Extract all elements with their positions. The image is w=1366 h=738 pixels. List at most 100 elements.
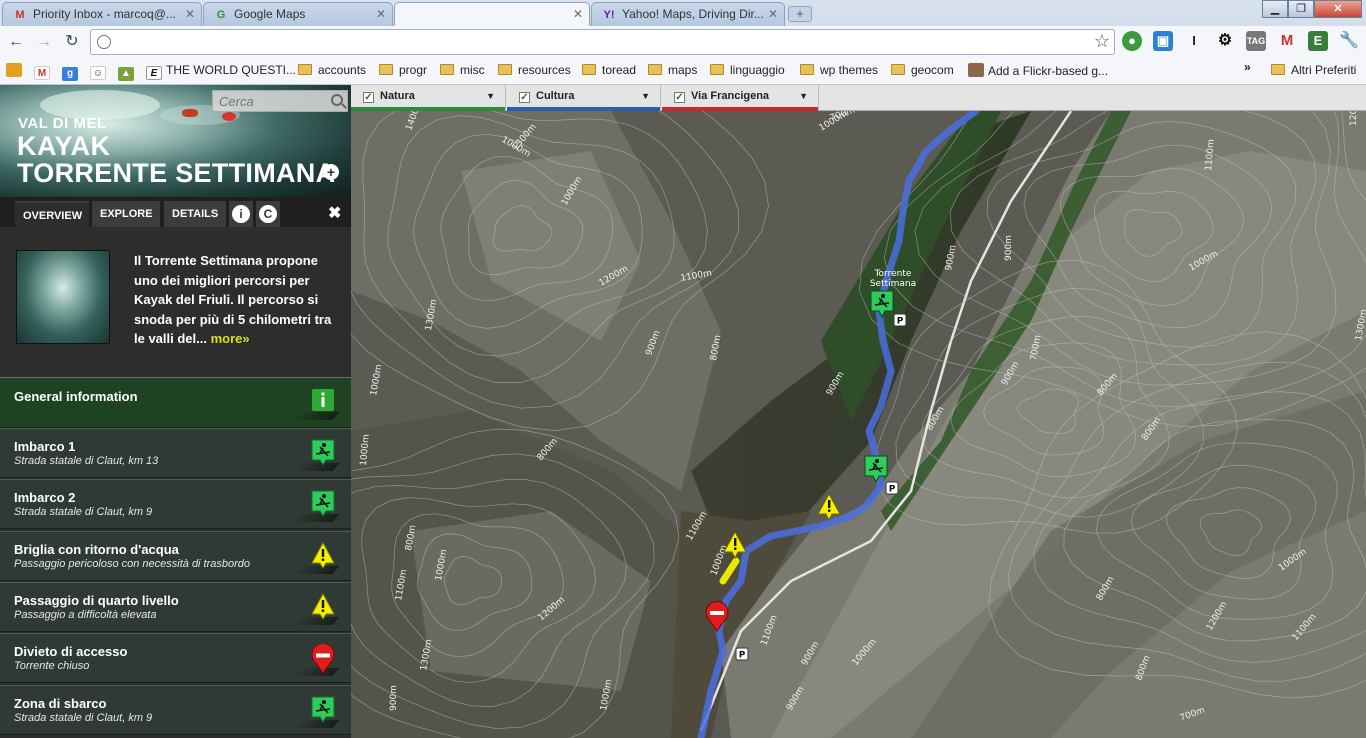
maximize-button[interactable]: ❐ (1288, 0, 1314, 18)
list-item-title: Zona di sbarco (14, 696, 107, 711)
browser-tab-yahoo[interactable]: Y! Yahoo! Maps, Driving Dir... ✕ (591, 2, 785, 26)
forward-button[interactable]: → (34, 32, 54, 52)
overview-thumbnail[interactable] (16, 250, 110, 344)
bookmark-folder-progr[interactable]: progr (379, 63, 427, 81)
other-bookmarks-folder[interactable]: Altri Preferiti (1271, 63, 1356, 81)
no-entry-icon (311, 644, 335, 674)
tab-credits[interactable]: C (256, 201, 280, 227)
folder-icon (440, 64, 454, 75)
parking-label: P (739, 651, 746, 661)
dropdown-arrow-icon[interactable]: ▼ (641, 85, 650, 107)
screen-capture-extension-icon[interactable]: ▣ (1153, 31, 1173, 51)
bookmark-flickr[interactable]: Add a Flickr-based g... (968, 63, 1108, 81)
bookmark-folder-wp-themes[interactable]: wp themes (800, 63, 878, 81)
dropdown-arrow-icon[interactable]: ▼ (799, 85, 808, 107)
filter-natura[interactable]: ✓ Natura ▼ (351, 85, 506, 111)
new-tab-button[interactable]: + (788, 6, 812, 22)
bookmark-folder-linguaggio[interactable]: linguaggio (710, 63, 785, 81)
wrench-icon[interactable]: 🔧 (1339, 31, 1359, 51)
close-window-button[interactable]: ✕ (1314, 0, 1362, 18)
bookmarks-bar: M g ☺ ▲ E THE WORLD QUESTI... accounts pr… (0, 58, 1366, 85)
parking-marker[interactable]: P (885, 481, 899, 495)
list-item-imbarco-2[interactable]: Imbarco 2 Strada statale di Claut, km 9 (0, 479, 351, 529)
terrain-map[interactable]: 1400m1300m1000m1200m 1100m1000m1300m900m 8… (351, 111, 1366, 738)
kayak-icon (311, 696, 335, 723)
overview-section: Il Torrente Settimana propone uno dei mi… (0, 227, 351, 377)
bookmark-folder-toread[interactable]: toread (582, 63, 636, 81)
folder-icon (298, 64, 312, 75)
checkbox-checked-icon[interactable]: ✓ (674, 92, 685, 103)
bookmark-folder-resources[interactable]: resources (498, 63, 571, 81)
tab-close-icon[interactable]: ✕ (376, 7, 386, 21)
parking-marker[interactable]: P (893, 313, 907, 327)
list-item-divieto[interactable]: Divieto di accesso Torrente chiuso (0, 633, 351, 683)
tab-overview[interactable]: OVERVIEW (15, 201, 89, 227)
tag-extension-icon[interactable]: TAG (1246, 31, 1266, 51)
bookmark-reddit-icon[interactable]: ☺ (90, 63, 110, 81)
back-button[interactable]: ← (6, 32, 26, 52)
kayak-icon (311, 439, 335, 466)
parking-marker[interactable]: P (735, 647, 749, 661)
gear-extension-icon[interactable]: ⚙ (1215, 31, 1235, 51)
instapaper-extension-icon[interactable]: I (1184, 31, 1204, 51)
map-view[interactable]: 1400m 1300m 1000m 1200m 1100m 1000m 1300m 900m 8… (351, 111, 1366, 738)
bookmark-star-icon[interactable]: ☆ (1094, 31, 1110, 52)
minimize-button[interactable]: ▁ (1262, 0, 1288, 18)
tab-explore[interactable]: EXPLORE (92, 201, 160, 227)
tab-details[interactable]: DETAILS (164, 201, 226, 227)
address-bar[interactable]: ☆ (90, 29, 1115, 55)
gmail-extension-icon[interactable]: M (1277, 31, 1297, 51)
tab-strip: M Priority Inbox - marcoq@... ✕ G Google… (0, 0, 1366, 26)
bookmark-google-icon[interactable]: g (62, 63, 82, 81)
bookmarks-overflow-chevron[interactable]: » (1244, 60, 1251, 78)
info-icon: i (232, 205, 250, 223)
checkbox-checked-icon[interactable]: ✓ (363, 92, 374, 103)
globe-extension-icon[interactable]: ● (1122, 31, 1142, 51)
filter-via-francigena[interactable]: ✓ Via Francigena ▼ (662, 85, 819, 111)
list-item-title: Briglia con ritorno d'acqua (14, 542, 179, 557)
navigation-toolbar: ← → ↻ ☆ ● ▣ I ⚙ TAG M E 🔧 (0, 26, 1366, 58)
browser-tab-active[interactable]: ✕ (394, 2, 590, 26)
hero-kayaker-figure (182, 109, 198, 117)
folder-icon (891, 64, 905, 75)
list-item-imbarco-1[interactable]: Imbarco 1 Strada statale di Claut, km 13 (0, 428, 351, 478)
dropdown-arrow-icon[interactable]: ▼ (486, 85, 495, 107)
list-item-general-information[interactable]: General information (0, 377, 351, 428)
bookmark-folder-geocom[interactable]: geocom (891, 63, 954, 81)
evernote-extension-icon[interactable]: E (1308, 31, 1328, 51)
more-link[interactable]: more» (211, 331, 250, 346)
hero-title-line2: TORRENTE SETTIMANA (17, 158, 336, 188)
hero-kayaker-figure (222, 112, 236, 121)
tab-close-icon[interactable]: ✕ (768, 7, 778, 21)
bookmark-folder-accounts[interactable]: accounts (298, 63, 366, 81)
list-item-passaggio[interactable]: Passaggio di quarto livello Passaggio a … (0, 582, 351, 632)
bookmark-world-question[interactable]: E THE WORLD QUESTI... (146, 63, 296, 81)
tab-close-icon[interactable]: ✕ (573, 7, 583, 21)
bookmark-gmail-icon[interactable]: M (34, 63, 54, 81)
bookmark-folder-maps[interactable]: maps (648, 63, 697, 81)
list-item-briglia[interactable]: Briglia con ritorno d'acqua Passaggio pe… (0, 531, 351, 581)
bookmark-photo-icon[interactable] (6, 63, 26, 81)
browser-tab-gmail[interactable]: M Priority Inbox - marcoq@... ✕ (2, 2, 202, 26)
tab-label: Yahoo! Maps, Driving Dir... (622, 7, 764, 21)
reload-button[interactable]: ↻ (62, 32, 82, 52)
page-icon (97, 35, 111, 49)
tab-label: Google Maps (234, 7, 306, 21)
list-item-title: General information (14, 389, 138, 404)
bookmark-folder-misc[interactable]: misc (440, 63, 485, 81)
search-icon[interactable] (331, 94, 343, 106)
list-item-zona-di-sbarco[interactable]: Zona di sbarco Strada statale di Claut, … (0, 685, 351, 735)
search-box[interactable] (212, 90, 348, 112)
filter-cultura[interactable]: ✓ Cultura ▼ (507, 85, 661, 111)
contour-elevation-label: 900m (1004, 235, 1014, 261)
bookmark-stack-icon[interactable]: ▲ (118, 63, 138, 81)
tab-info[interactable]: i (229, 201, 253, 227)
add-icon[interactable]: + (323, 164, 339, 180)
close-panel-icon[interactable]: ✖ (328, 203, 341, 223)
overview-description: Il Torrente Settimana propone uno dei mi… (134, 253, 332, 347)
tab-close-icon[interactable]: ✕ (185, 7, 195, 21)
place-label-line2: Settimana (870, 279, 916, 289)
search-input[interactable] (213, 91, 323, 111)
browser-tab-google-maps[interactable]: G Google Maps ✕ (203, 2, 393, 26)
checkbox-checked-icon[interactable]: ✓ (519, 92, 530, 103)
